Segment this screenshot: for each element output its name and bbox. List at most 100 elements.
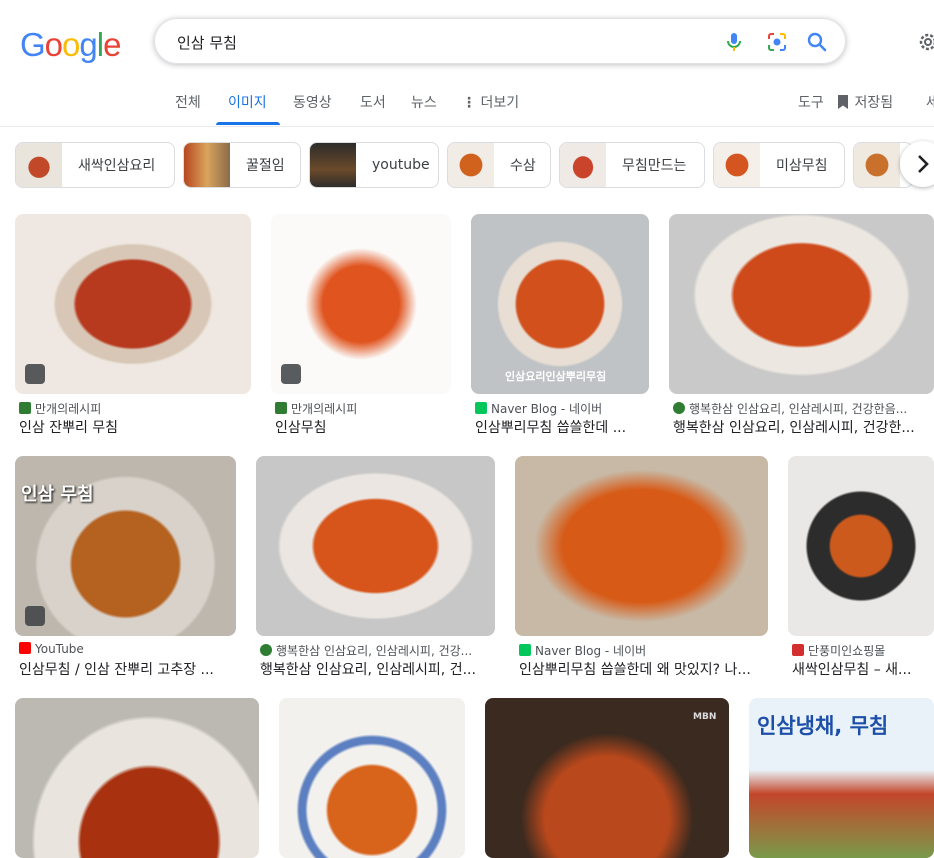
result-image[interactable] xyxy=(279,698,465,858)
naver-favicon-icon xyxy=(475,402,487,414)
chip-label: 미삼무침 xyxy=(776,158,828,174)
recipe-icon xyxy=(25,364,45,384)
tab-more[interactable]: ⋮ 더보기 xyxy=(462,92,519,112)
source-label: 만개의레시피 xyxy=(291,402,358,416)
source-label: 행복한삼 인삼요리, 인삼레시피, 건강한음... xyxy=(689,402,908,416)
chip[interactable]: 수삼 xyxy=(447,142,551,188)
source-label: 행복한삼 인삼요리, 인삼레시피, 건강... xyxy=(276,644,473,658)
image-result[interactable]: 행복한삼 인삼요리, 인삼레시피, 건강한음... 행복한삼 인삼요리, 인삼레… xyxy=(669,214,934,444)
result-image[interactable]: 인삼 무침 xyxy=(15,456,236,636)
search-box[interactable]: 인삼 무침 xyxy=(154,18,846,64)
source-label: YouTube xyxy=(35,642,84,656)
naver-favicon-icon xyxy=(519,644,531,656)
result-title[interactable]: 행복한삼 인삼요리, 인삼레시피, 건강한... xyxy=(673,417,928,437)
image-result[interactable]: MBN xyxy=(485,698,729,858)
result-title[interactable]: 인삼뿌리무침 씁쓸한데 왜 맛있지? 나... xyxy=(519,659,768,679)
safesearch-label[interactable]: 세 xyxy=(926,92,934,112)
result-image[interactable]: MBN xyxy=(485,698,729,858)
chip-label: 꿀절임 xyxy=(246,158,285,174)
image-result[interactable]: 만개의레시피 인삼 잔뿌리 무침 xyxy=(15,214,251,444)
recipe-icon xyxy=(281,364,301,384)
active-tab-indicator xyxy=(216,122,280,125)
saved-label: 저장됨 xyxy=(854,95,894,111)
chip-thumbnail xyxy=(184,143,230,187)
logo-letter: e xyxy=(103,26,121,63)
image-result[interactable]: 만개의레시피 인삼무침 xyxy=(271,214,451,444)
result-image[interactable] xyxy=(15,214,251,394)
related-chips: 새싹인삼요리 꿀절임 youtube 수삼 무침만드는 미삼무침 xyxy=(0,142,934,190)
chip-thumbnail xyxy=(854,143,900,187)
chevron-right-icon xyxy=(918,155,929,173)
chip[interactable]: 꿀절임 xyxy=(183,142,301,188)
image-result[interactable]: 인삼냉채, 무침 xyxy=(749,698,934,858)
tab-videos[interactable]: 동영상 xyxy=(293,92,332,112)
logo-letter: G xyxy=(20,26,46,63)
result-image[interactable] xyxy=(271,214,451,394)
result-title[interactable]: 새싹인삼무침 – 새... xyxy=(792,659,934,679)
tab-images[interactable]: 이미지 xyxy=(228,92,267,112)
tab-all[interactable]: 전체 xyxy=(175,92,201,112)
tab-more-label: 더보기 xyxy=(480,95,520,111)
site-favicon-icon xyxy=(260,644,272,656)
chip[interactable]: 미삼무침 xyxy=(713,142,845,188)
result-image[interactable]: 인삼냉채, 무침 xyxy=(749,698,934,858)
chip[interactable]: 새싹인삼요리 xyxy=(15,142,175,188)
image-overlay-title: 인삼 무침 xyxy=(21,484,94,505)
search-input[interactable]: 인삼 무침 xyxy=(177,32,237,53)
result-source: Naver Blog - 네이버 xyxy=(475,400,649,417)
site-favicon-icon xyxy=(673,402,685,414)
result-image[interactable] xyxy=(515,456,768,636)
image-result[interactable]: 인삼요리인삼뿌리무침 Naver Blog - 네이버 인삼뿌리무침 씁쓸한데 … xyxy=(471,214,649,444)
chips-next-button[interactable] xyxy=(900,141,934,187)
gear-icon[interactable] xyxy=(916,30,934,54)
saved-button[interactable]: 저장됨 xyxy=(836,92,893,112)
mic-icon[interactable] xyxy=(722,30,746,54)
play-icon xyxy=(25,606,45,626)
result-image[interactable]: 인삼요리인삼뿌리무침 xyxy=(471,214,649,394)
broadcast-logo: MBN xyxy=(693,712,717,722)
result-title[interactable]: 인삼뿌리무침 씁쓸한데 ... xyxy=(475,417,649,437)
chip-thumbnail xyxy=(310,143,356,187)
chip-thumbnail xyxy=(448,143,494,187)
tools-button[interactable]: 도구 xyxy=(798,92,824,112)
result-source: Naver Blog - 네이버 xyxy=(519,642,768,659)
result-image[interactable] xyxy=(788,456,934,636)
image-result[interactable] xyxy=(15,698,259,858)
result-title[interactable]: 인삼 잔뿌리 무침 xyxy=(19,417,251,437)
tab-books[interactable]: 도서 xyxy=(360,92,386,112)
result-source: YouTube xyxy=(19,642,236,656)
result-image[interactable] xyxy=(256,456,495,636)
google-logo[interactable]: Google xyxy=(20,26,121,64)
image-result[interactable] xyxy=(279,698,465,858)
result-source: 만개의레시피 xyxy=(275,400,451,417)
maple-leaf-icon xyxy=(792,644,804,656)
image-result[interactable]: 행복한삼 인삼요리, 인삼레시피, 건강... 행복한삼 인삼요리, 인삼레시피… xyxy=(256,456,495,686)
result-source: 행복한삼 인삼요리, 인삼레시피, 건강한음... xyxy=(673,400,928,417)
search-tabs: 전체 이미지 동영상 도서 뉴스 ⋮ 더보기 도구 저장됨 세 xyxy=(0,78,934,127)
bookmark-icon xyxy=(838,95,848,109)
image-result[interactable]: Naver Blog - 네이버 인삼뿌리무침 씁쓸한데 왜 맛있지? 나... xyxy=(515,456,768,686)
more-vert-icon: ⋮ xyxy=(462,95,476,111)
result-source: 만개의레시피 xyxy=(19,400,251,417)
result-title[interactable]: 인삼무침 / 인삼 잔뿌리 고추장 ... xyxy=(19,659,236,679)
logo-letter: g xyxy=(79,26,97,63)
chip[interactable]: youtube xyxy=(309,142,439,188)
chip-label: 새싹인삼요리 xyxy=(78,158,156,174)
chip-thumbnail xyxy=(714,143,760,187)
image-result[interactable]: 인삼 무침 YouTube 인삼무침 / 인삼 잔뿌리 고추장 ... xyxy=(15,456,236,686)
result-title[interactable]: 인삼무침 xyxy=(275,417,451,437)
result-image[interactable] xyxy=(15,698,259,858)
result-source: 행복한삼 인삼요리, 인삼레시피, 건강... xyxy=(260,642,495,659)
chip[interactable]: 무침만드는 xyxy=(559,142,705,188)
source-label: 만개의레시피 xyxy=(35,402,102,416)
search-icon[interactable] xyxy=(805,30,829,54)
chip-label: 수삼 xyxy=(510,158,536,174)
source-label: Naver Blog - 네이버 xyxy=(535,644,647,658)
result-title[interactable]: 행복한삼 인삼요리, 인삼레시피, 건... xyxy=(260,659,495,679)
logo-letter: o xyxy=(62,26,80,63)
lens-icon[interactable] xyxy=(765,30,789,54)
image-result[interactable]: 단풍미인쇼핑몰 새싹인삼무침 – 새... xyxy=(788,456,934,686)
result-image[interactable] xyxy=(669,214,934,394)
tab-news[interactable]: 뉴스 xyxy=(411,92,437,112)
result-source: 단풍미인쇼핑몰 xyxy=(792,642,934,659)
